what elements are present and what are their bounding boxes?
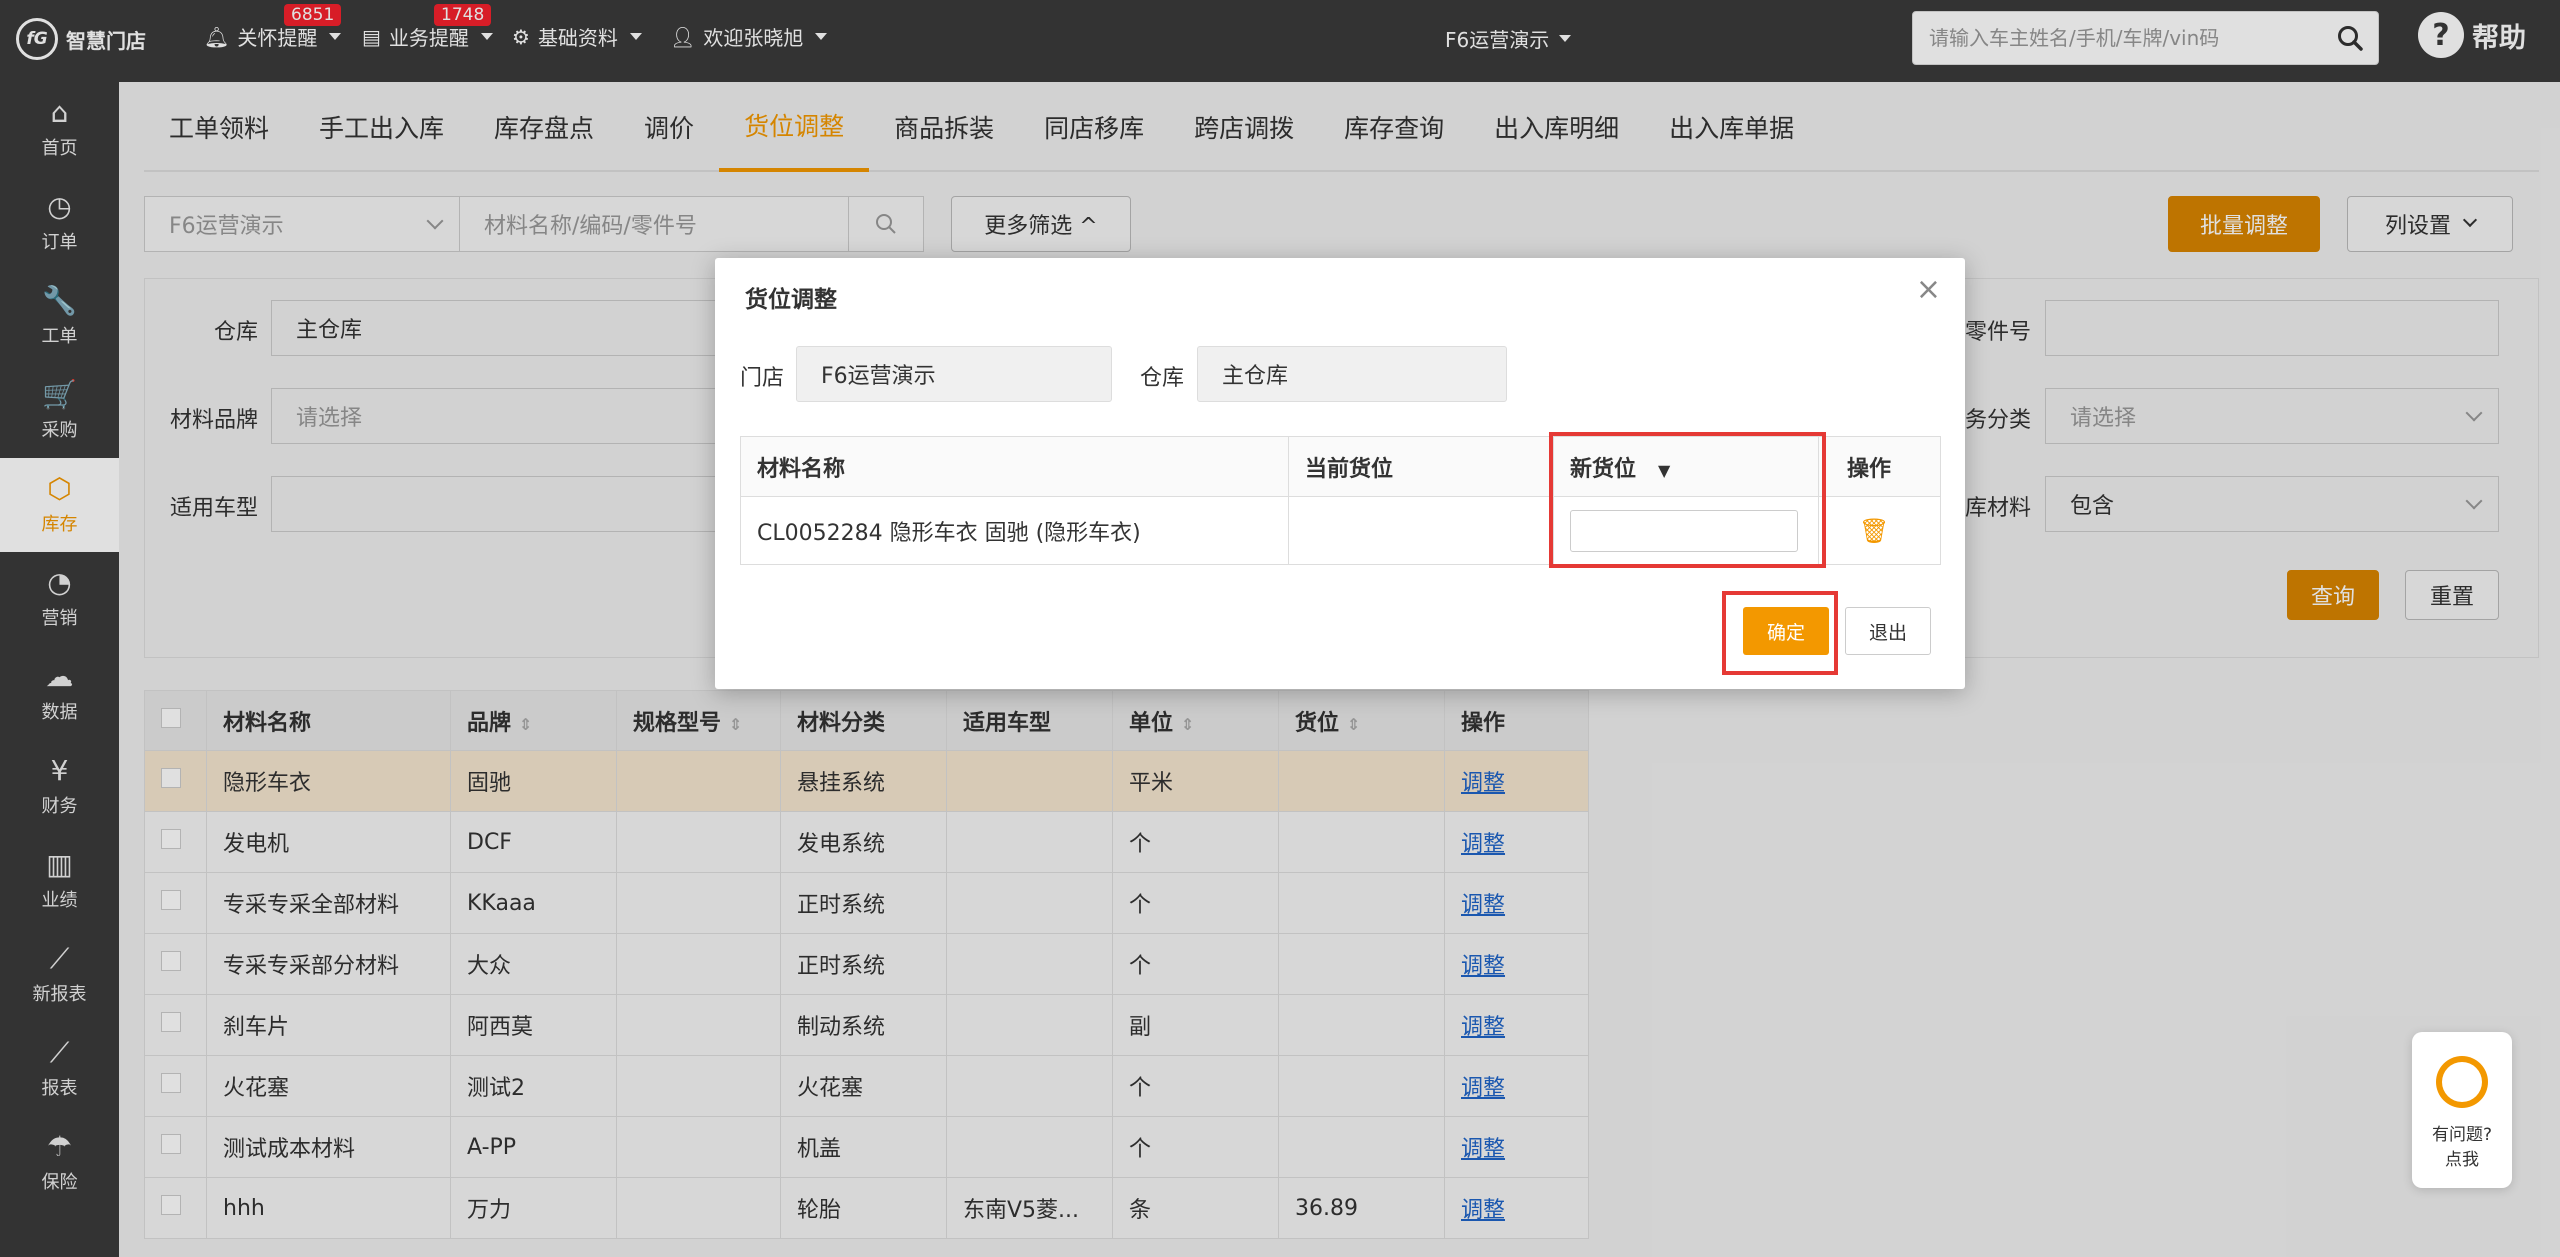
- float-help-line1: 有问题?: [2431, 1125, 2493, 1145]
- floating-help-widget[interactable]: 有问题? 点我: [2412, 1032, 2512, 1188]
- dialog-store-label: 门店: [740, 366, 785, 391]
- dialog-store-field: F6运营演示: [796, 346, 1112, 402]
- action-cell: 🗑︎: [1818, 496, 1941, 565]
- close-icon[interactable]: ×: [1916, 272, 1941, 307]
- dialog-title: 货位调整: [745, 287, 837, 313]
- column-header: 材料名称: [740, 436, 1289, 497]
- support-avatar-icon: [2436, 1056, 2488, 1108]
- material-cell: CL0052284 隐形车衣 固驰 (隐形车衣): [740, 496, 1289, 565]
- float-help-line2: 点我: [2445, 1150, 2479, 1170]
- highlight-confirm-box: [1722, 591, 1838, 675]
- column-header: 当前货位: [1288, 436, 1554, 497]
- current-location-cell: [1288, 496, 1554, 565]
- exit-button[interactable]: 退出: [1845, 607, 1931, 655]
- column-header: 操作: [1818, 436, 1941, 497]
- highlight-new-location-box: [1549, 432, 1826, 568]
- trash-icon[interactable]: 🗑︎: [1859, 517, 1889, 545]
- dialog-warehouse-label: 仓库: [1140, 366, 1185, 391]
- dialog-warehouse-field: 主仓库: [1197, 346, 1507, 402]
- location-adjust-dialog: 货位调整 × 门店 F6运营演示 仓库 主仓库 材料名称 当前货位 新货位 ▼ 操…: [715, 258, 1965, 689]
